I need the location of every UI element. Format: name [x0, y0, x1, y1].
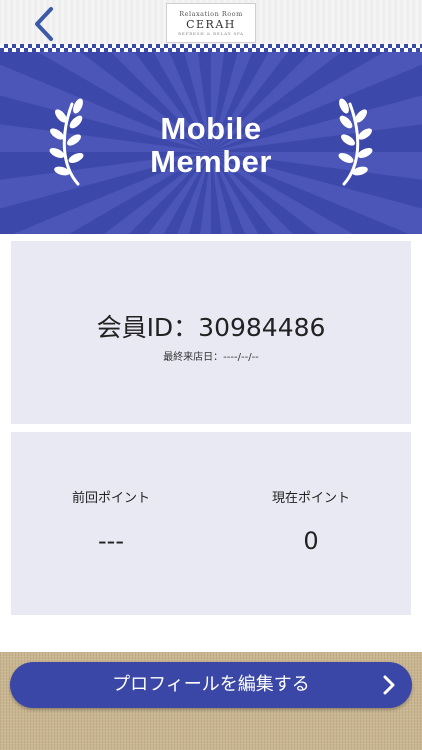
logo-tagline: REFRESH & RELAX SPA	[178, 30, 244, 36]
member-id-card: 会員ID：30984486 最終来店日：----/--/--	[11, 241, 411, 424]
member-id: 会員ID：30984486	[96, 313, 326, 342]
current-points-value: 0	[303, 527, 319, 555]
mobile-member-banner: Mobile Member	[0, 52, 422, 234]
chevron-left-icon	[35, 7, 53, 41]
last-visit-date: 最終来店日：----/--/--	[163, 352, 259, 363]
app-header: Relaxation Room CERAH REFRESH & RELAX SP…	[0, 0, 422, 48]
edit-profile-label: プロフィールを編集する	[112, 674, 310, 695]
previous-points-value: ---	[98, 527, 124, 555]
previous-points-label: 前回ポイント	[71, 491, 150, 506]
edit-profile-button[interactable]: プロフィールを編集する	[10, 662, 412, 708]
chevron-right-icon	[383, 675, 395, 695]
current-points: 現在ポイント 0	[211, 490, 411, 556]
points-card: 前回ポイント --- 現在ポイント 0	[11, 432, 411, 615]
brand-logo: Relaxation Room CERAH REFRESH & RELAX SP…	[166, 3, 256, 43]
laurel-icon	[338, 98, 373, 186]
current-points-label: 現在ポイント	[271, 491, 350, 506]
logo-name: CERAH	[186, 17, 236, 31]
back-button[interactable]	[26, 6, 62, 42]
checker-divider	[0, 44, 422, 52]
previous-points: 前回ポイント ---	[11, 490, 211, 556]
